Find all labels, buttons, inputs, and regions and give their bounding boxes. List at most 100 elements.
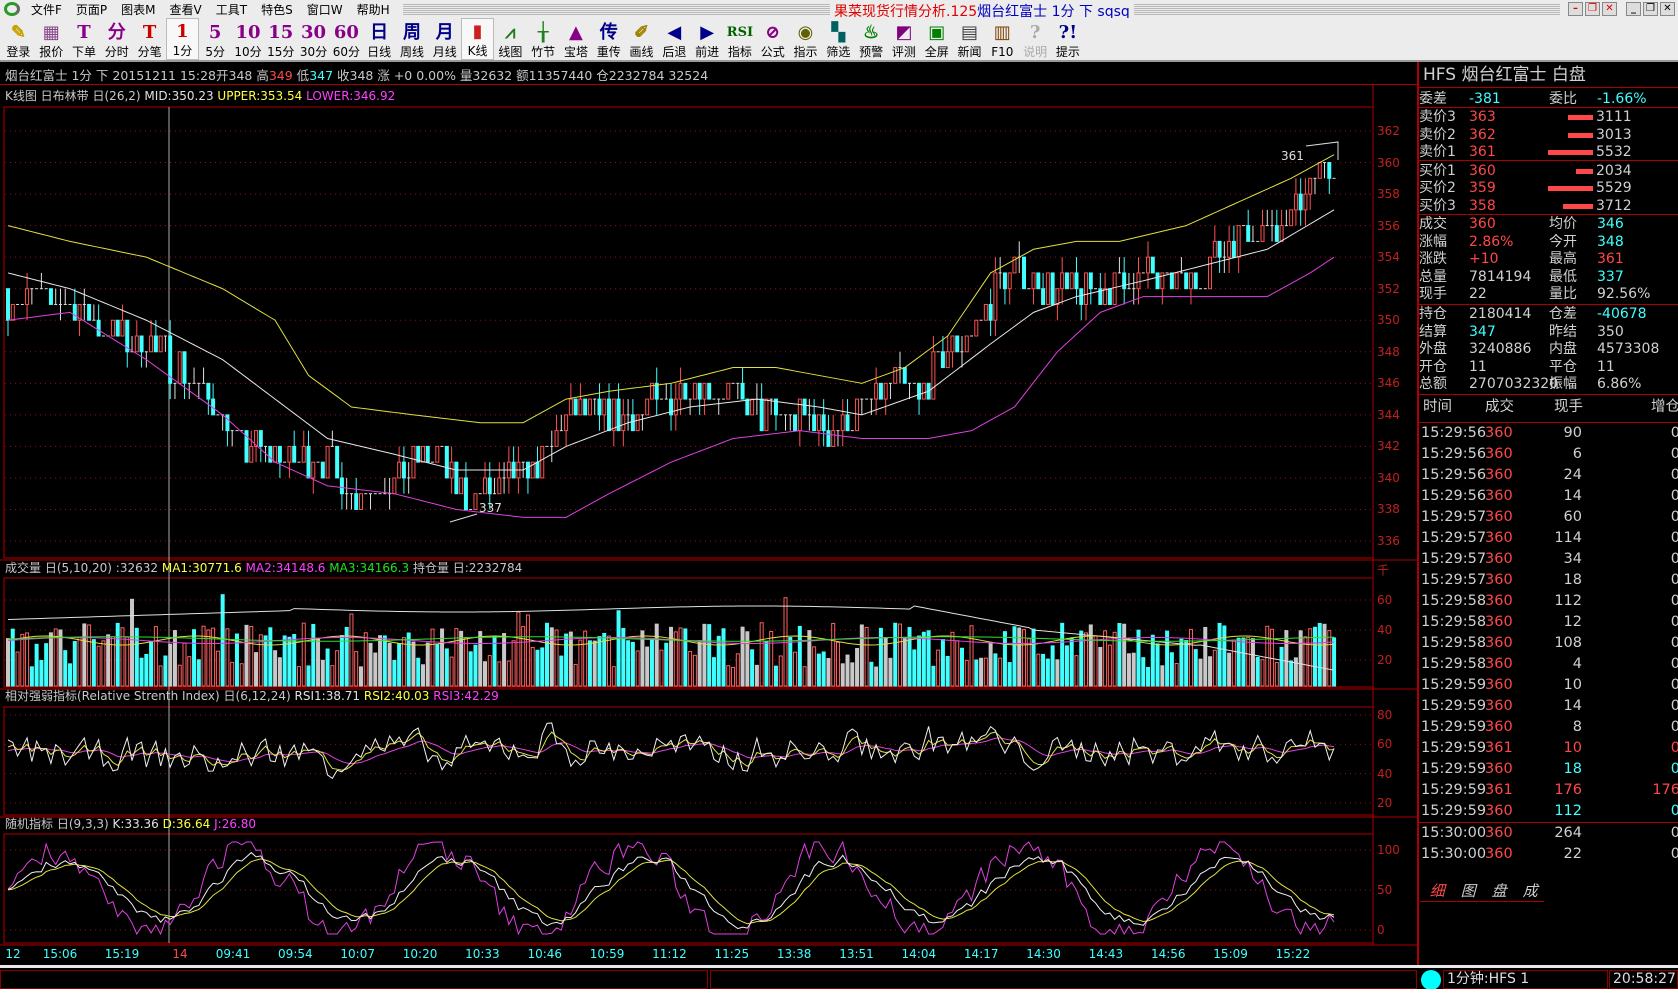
ask-row[interactable]: 卖价1 361 5532 xyxy=(1419,143,1678,161)
candle-body xyxy=(25,288,30,305)
tick-volume: 6 xyxy=(1572,446,1582,462)
tick-oi-change: 0 xyxy=(1670,677,1678,693)
volume-bar xyxy=(106,634,111,687)
minimize-button[interactable]: _ xyxy=(1626,2,1641,16)
tick-row[interactable]: 15:29:59 360 8 0 xyxy=(1419,717,1678,738)
candle-body xyxy=(878,382,883,400)
restore-button[interactable]: ❐ xyxy=(1643,2,1658,16)
bid-row[interactable]: 买价3 358 3712 xyxy=(1419,197,1678,215)
volume-bar xyxy=(979,657,984,687)
volume-bar xyxy=(1212,649,1217,687)
volume-bar xyxy=(1236,637,1241,687)
volume-bar xyxy=(1289,660,1294,687)
tick-time: 15:29:59 xyxy=(1421,698,1487,714)
tick-row[interactable]: 15:29:59 360 112 0 xyxy=(1419,801,1678,822)
tick-row[interactable]: 15:29:59 360 10 0 xyxy=(1419,675,1678,696)
tick-volume: 112 xyxy=(1554,593,1582,609)
tick-oi-change: 0 xyxy=(1670,488,1678,504)
volume-bar xyxy=(354,651,359,687)
tab-trades[interactable]: 成 xyxy=(1513,880,1551,902)
volume-bar xyxy=(1222,625,1227,687)
candle-body xyxy=(740,382,745,400)
tick-row[interactable]: 15:29:56 360 14 0 xyxy=(1419,486,1678,507)
tick-row[interactable]: 15:29:58 360 12 0 xyxy=(1419,612,1678,633)
ask-row[interactable]: 卖价2 362 3013 xyxy=(1419,126,1678,144)
tick-volume: 10 xyxy=(1563,740,1582,756)
stat-row: 涨幅 2.86% 今开 348 xyxy=(1419,233,1678,251)
time-axis-label: 10:20 xyxy=(402,947,438,961)
volume-bar xyxy=(1231,639,1236,687)
stat-row: 总额 2707032320 振幅 6.86% xyxy=(1419,375,1678,393)
candle-body xyxy=(745,398,750,416)
volume-bar xyxy=(783,597,788,687)
tick-time: 15:29:58 xyxy=(1421,593,1487,609)
candle-body xyxy=(883,382,888,400)
volume-bar xyxy=(1117,622,1122,687)
panel-frame-2 xyxy=(3,706,1374,816)
volume-bar xyxy=(931,665,936,687)
bid-row[interactable]: 买价2 359 5529 xyxy=(1419,179,1678,197)
tick-row[interactable]: 15:29:56 360 90 0 xyxy=(1419,423,1678,444)
child-minimize-button[interactable]: – xyxy=(1568,2,1583,16)
tick-row[interactable]: 15:29:59 361 10 0 xyxy=(1419,738,1678,759)
candle-body xyxy=(301,445,306,463)
volume-bar xyxy=(502,633,507,687)
kdj-header: 随机指标 日(9,3,3) K:33.36 D:36.64 J:26.80 xyxy=(0,816,256,832)
volume-bar xyxy=(1198,658,1203,687)
candle-body xyxy=(153,335,158,353)
bid-row[interactable]: 买价1 360 2034 xyxy=(1419,162,1678,180)
ask-row[interactable]: 卖价3 363 3111 xyxy=(1419,108,1678,126)
volume-bar xyxy=(802,666,807,687)
tick-row[interactable]: 15:29:56 360 6 0 xyxy=(1419,444,1678,465)
tick-row[interactable]: 15:29:56 360 24 0 xyxy=(1419,465,1678,486)
value: 347 xyxy=(1469,323,1496,340)
tick-row[interactable]: 15:29:59 360 18 0 xyxy=(1419,759,1678,780)
depth-bar xyxy=(1567,115,1593,120)
price-tick-label: 358 xyxy=(1377,187,1400,202)
volume-bar xyxy=(568,631,573,687)
volume-bar xyxy=(1193,649,1198,687)
candle-body xyxy=(1303,193,1308,211)
connection-indicator-icon xyxy=(1421,970,1441,990)
volume-bar xyxy=(1007,662,1012,687)
kdj-label: 随机指标 日(9,3,3) xyxy=(5,817,109,831)
volume-bar xyxy=(960,647,964,687)
volume-bar xyxy=(659,649,664,687)
candle-body xyxy=(1064,272,1069,290)
volume-bar xyxy=(1279,646,1284,687)
tick-row[interactable]: 15:29:59 361 176 176 xyxy=(1419,780,1678,801)
tick-row[interactable]: 15:29:59 360 14 0 xyxy=(1419,696,1678,717)
time-axis-label: 15:19 xyxy=(104,947,140,961)
child-restore-button[interactable]: ❐ xyxy=(1585,2,1600,16)
candle-body xyxy=(1217,240,1222,258)
volume-bar xyxy=(444,648,449,687)
candle-body xyxy=(292,445,297,463)
label2: 最高 xyxy=(1549,251,1577,268)
candle-body xyxy=(1136,272,1141,290)
panel-frame-3 xyxy=(3,833,1374,944)
kdj-tick-label: 100 xyxy=(1377,843,1400,857)
tick-volume: 24 xyxy=(1563,467,1582,483)
tick-row[interactable]: 15:29:57 360 18 0 xyxy=(1419,570,1678,591)
tick-row[interactable]: 15:29:58 360 108 0 xyxy=(1419,633,1678,654)
volume-bar xyxy=(382,635,387,687)
candle-body xyxy=(988,303,993,321)
child-close-button[interactable]: ✕ xyxy=(1602,2,1617,16)
tick-row[interactable]: 15:29:57 360 60 0 xyxy=(1419,507,1678,528)
tick-row[interactable]: 15:29:58 360 4 0 xyxy=(1419,654,1678,675)
candle-body xyxy=(48,288,53,305)
price-tick-label: 344 xyxy=(1377,407,1400,422)
candle-body xyxy=(797,398,802,432)
tick-row[interactable]: 15:30:00 360 264 0 xyxy=(1419,823,1678,844)
value2: 350 xyxy=(1597,323,1624,340)
candle-body xyxy=(444,445,449,479)
tick-row[interactable]: 15:29:58 360 112 0 xyxy=(1419,591,1678,612)
volume-bar xyxy=(506,660,511,687)
tick-row[interactable]: 15:29:57 360 114 0 xyxy=(1419,528,1678,549)
close-button[interactable]: ✕ xyxy=(1660,2,1675,16)
candle-body xyxy=(6,288,10,321)
volume-bar xyxy=(1041,653,1046,687)
tick-row[interactable]: 15:29:57 360 34 0 xyxy=(1419,549,1678,570)
tick-row[interactable]: 15:30:00 360 22 0 xyxy=(1419,844,1678,865)
volume-bar xyxy=(373,652,378,687)
